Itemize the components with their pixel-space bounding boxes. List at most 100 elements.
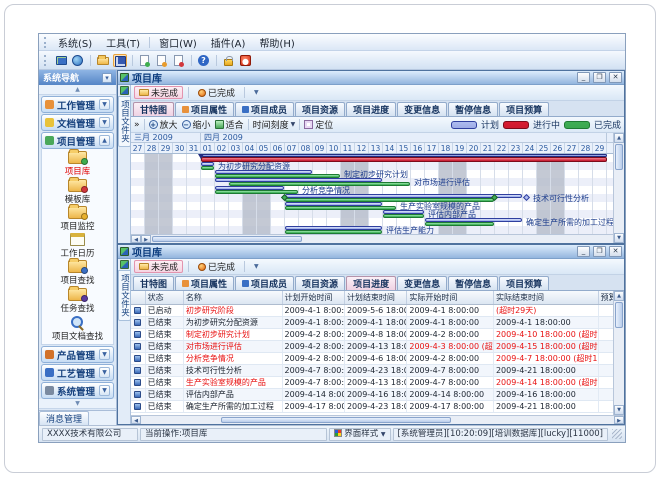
table-row[interactable]: 已结束确定生产所需的加工过程2009-4-17 8:00:002009-4-23… [131, 401, 613, 413]
sidebar-collapse-strip[interactable]: ▲ [39, 85, 116, 95]
chevron-down-icon[interactable]: ▼ [99, 349, 110, 360]
lock-icon[interactable] [222, 54, 236, 67]
tab-项目进度[interactable]: 项目进度 [346, 102, 396, 116]
filter-finished-button[interactable]: 已完成 [194, 260, 239, 273]
doc-edit-icon[interactable] [155, 54, 169, 67]
menu-item-4[interactable]: 插件(A) [204, 34, 253, 51]
actual-bar[interactable] [425, 222, 494, 226]
actual-bar[interactable] [285, 230, 382, 234]
tab-项目成员[interactable]: 项目成员 [235, 102, 294, 116]
chevron-down-icon[interactable]: ▼ [99, 385, 110, 396]
scrollbar-thumb[interactable] [152, 236, 302, 242]
fit-button[interactable]: 适合 [215, 118, 244, 131]
tab-变更信息[interactable]: 变更信息 [397, 276, 447, 290]
save-icon[interactable] [113, 54, 127, 67]
table-row[interactable]: 已结束对市场进行评估2009-4-2 8:00:002009-4-13 18:0… [131, 341, 613, 353]
table-row[interactable]: 已结束为初步研究分配资源2009-4-1 8:00:002009-4-1 18:… [131, 317, 613, 329]
progress-table[interactable]: 状态名称计划开始时间计划结束时间实际开始时间实际结束时间预算成已启动初步研究阶段… [131, 291, 613, 415]
minimize-icon[interactable]: _ [577, 72, 590, 83]
scrollbar-thumb[interactable] [615, 144, 623, 170]
menu-item-3[interactable]: 窗口(W) [152, 34, 204, 51]
tab-project-folder[interactable]: 项目文件夹 [118, 96, 131, 147]
scroll-left-icon[interactable]: ◀ [131, 235, 141, 243]
time-scale-dropdown[interactable]: 时间刻度▼ [253, 118, 296, 131]
sidebar-item-项目库[interactable]: 项目库 [65, 151, 91, 177]
scrollbar-thumb[interactable] [221, 417, 451, 423]
filter-overflow-icon[interactable]: ▼ [254, 89, 259, 96]
scroll-down-icon[interactable]: ▼ [614, 233, 624, 243]
tab-项目预算[interactable]: 项目预算 [499, 102, 549, 116]
globe-icon[interactable] [71, 54, 85, 67]
filter-unfinished-button[interactable]: 未完成 [134, 260, 183, 273]
tab-message-management[interactable]: 消息管理 [39, 411, 89, 425]
restore-icon[interactable]: ❐ [593, 246, 606, 257]
chevron-down-icon[interactable]: ▼ [99, 367, 110, 378]
sidebar-section-工作管理[interactable]: 工作管理▼ [41, 96, 114, 113]
zoom-out-button[interactable]: −缩小 [182, 118, 211, 131]
tab-项目属性[interactable]: 项目属性 [175, 276, 234, 290]
sidebar-section-系统管理[interactable]: 系统管理▼ [41, 382, 114, 399]
filter-overflow-icon[interactable]: ▼ [254, 263, 259, 270]
tab-项目进度[interactable]: 项目进度 [346, 276, 396, 290]
sidebar-section-工艺管理[interactable]: 工艺管理▼ [41, 364, 114, 381]
close-icon[interactable]: ✕ [609, 246, 622, 257]
table-row[interactable]: 已结束分析竞争情况2009-4-2 8:00:002009-4-6 18:00:… [131, 353, 613, 365]
gantt-horizontal-scrollbar[interactable]: ◀ ▶ [131, 234, 613, 243]
zoom-in-button[interactable]: +放大 [149, 118, 178, 131]
tab-暂停信息[interactable]: 暂停信息 [448, 102, 498, 116]
tab-甘特图[interactable]: 甘特图 [133, 102, 174, 116]
help-icon[interactable]: ? [197, 54, 211, 67]
tab-变更信息[interactable]: 变更信息 [397, 102, 447, 116]
column-header-icon[interactable] [131, 291, 145, 305]
tab-project-folder[interactable]: 项目文件夹 [118, 270, 131, 321]
column-header-名称[interactable]: 名称 [183, 291, 282, 305]
menu-item-5[interactable]: 帮助(H) [252, 34, 301, 51]
column-header-预算[interactable]: 预算 [598, 291, 613, 305]
scroll-left-icon[interactable]: ◀ [131, 416, 141, 424]
doc-add-icon[interactable] [138, 54, 152, 67]
chevron-down-icon[interactable]: ▼ [99, 99, 110, 110]
column-header-状态[interactable]: 状态 [145, 291, 183, 305]
table-row[interactable]: 已结束生产实验室规模的产品2009-4-7 8:00:002009-4-13 1… [131, 377, 613, 389]
menu-item-1[interactable]: 系统(S) [51, 34, 99, 51]
tab-项目资源[interactable]: 项目资源 [295, 276, 345, 290]
gantt-vertical-scrollbar[interactable]: ▲ ▼ [613, 133, 624, 243]
pin-icon[interactable]: ▾ [102, 73, 112, 83]
scroll-right-icon[interactable]: ▶ [141, 235, 151, 243]
tab-暂停信息[interactable]: 暂停信息 [448, 276, 498, 290]
sidebar-item-工作日历[interactable]: 工作日历 [60, 233, 94, 259]
chevron-down-icon[interactable]: ▼ [99, 117, 110, 128]
sidebar-item-模板库[interactable]: 模板库 [65, 179, 91, 205]
table-horizontal-scrollbar[interactable]: ◀ ▶ [131, 415, 624, 424]
table-row[interactable]: 已结束技术可行性分析2009-4-7 8:00:002009-4-23 18:0… [131, 365, 613, 377]
toolbar-grip[interactable] [44, 55, 48, 66]
close-icon[interactable]: ✕ [609, 72, 622, 83]
table-row[interactable]: 已结束评估内部产品2009-4-14 8:00:002009-4-16 18:0… [131, 389, 613, 401]
gantt-window-titlebar[interactable]: 项目库 _ ❐ ✕ [118, 71, 624, 85]
restore-icon[interactable]: ❐ [593, 72, 606, 83]
open-folder-icon[interactable] [96, 54, 110, 67]
tab-甘特图[interactable]: 甘特图 [133, 276, 174, 290]
exit-icon[interactable]: ● [239, 54, 253, 67]
sidebar-section-产品管理[interactable]: 产品管理▼ [41, 346, 114, 363]
table-row[interactable]: 已启动初步研究阶段2009-4-1 8:00:002009-5-6 18:00:… [131, 305, 613, 317]
menubar-grip[interactable] [44, 37, 48, 48]
locate-button[interactable]: 定位 [304, 118, 333, 131]
actual-bar[interactable] [285, 206, 396, 210]
sidebar-item-项目监控[interactable]: 项目监控 [60, 206, 94, 232]
table-window-titlebar[interactable]: 项目库 _ ❐ ✕ [118, 245, 624, 259]
column-header-计划开始时间[interactable]: 计划开始时间 [282, 291, 344, 305]
sidebar-item-项目文档查找[interactable]: 项目文档查找 [52, 315, 103, 342]
chevron-up-icon[interactable]: ▲ [99, 135, 110, 146]
scroll-right-icon[interactable]: ▶ [614, 416, 624, 424]
table-row[interactable]: 已结束制定初步研究计划2009-4-2 8:00:002009-4-8 18:0… [131, 329, 613, 341]
sidebar-section-项目管理[interactable]: 项目管理▲ [41, 132, 114, 149]
resize-grip-icon[interactable] [612, 429, 622, 439]
actual-bar[interactable] [201, 166, 214, 170]
column-header-计划结束时间[interactable]: 计划结束时间 [344, 291, 406, 305]
doc-delete-icon[interactable] [172, 54, 186, 67]
sidebar-expand-strip[interactable]: ▼ [39, 399, 116, 409]
menu-item-2[interactable]: 工具(T) [99, 34, 147, 51]
interface-style-dropdown[interactable]: 界面样式 ▼ [329, 428, 390, 441]
toolbar-overflow-button[interactable]: » [134, 120, 140, 130]
